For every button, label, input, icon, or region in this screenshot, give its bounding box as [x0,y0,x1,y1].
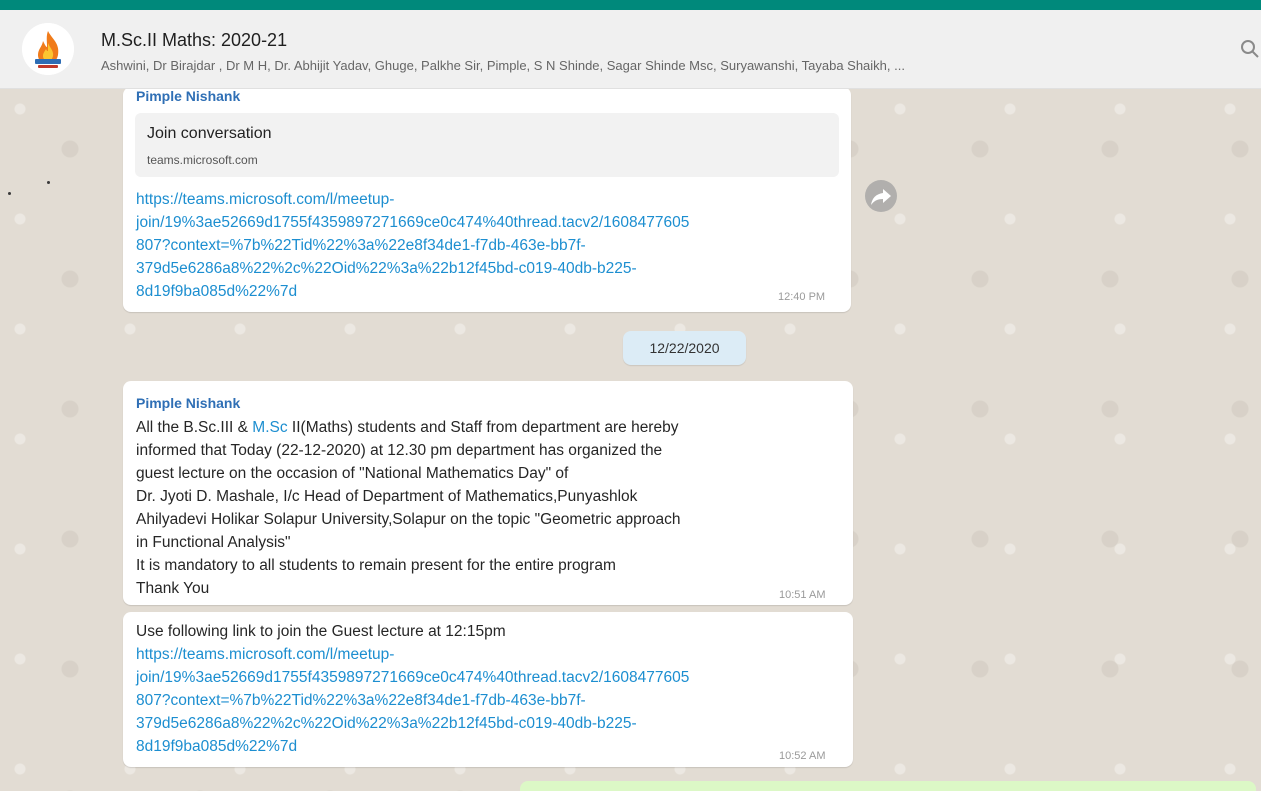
message-time: 10:52 AM [779,750,826,762]
message-link[interactable]: https://teams.microsoft.com/l/meetup- jo… [136,643,689,758]
message-bubble[interactable]: Pimple Nishank Join conversation teams.m… [123,89,851,312]
chat-area[interactable]: Pimple Nishank Join conversation teams.m… [0,89,1261,791]
message-link[interactable]: https://teams.microsoft.com/l/meetup- jo… [136,188,689,303]
stray-mark [47,181,50,184]
group-avatar[interactable] [22,23,74,75]
message-line: guest lecture on the occasion of "Nation… [136,465,569,482]
message-bubble[interactable]: Use following link to join the Guest lec… [123,612,853,767]
message-line: Thank You [136,580,210,597]
message-line: in Functional Analysis" [136,534,291,551]
stray-mark [8,192,11,195]
link-line[interactable]: 8d19f9ba085d%22%7d [136,735,689,758]
inline-link[interactable]: M.Sc [252,419,287,436]
message-line: Dr. Jyoti D. Mashale, I/c Head of Depart… [136,488,638,505]
message-line: It is mandatory to all students to remai… [136,557,616,574]
message-text: Use following link to join the Guest lec… [136,623,506,640]
message-sender: Pimple Nishank [136,89,241,104]
outgoing-message-bubble[interactable] [520,781,1256,791]
message-time: 10:51 AM [779,589,826,601]
chat-header[interactable]: M.Sc.II Maths: 2020-21 Ashwini, Dr Biraj… [0,10,1261,89]
message-line: All the B.Sc.III & M.Sc II(Maths) studen… [136,416,681,439]
link-line[interactable]: join/19%3ae52669d1755f4359897271669ce0c4… [136,666,689,689]
app-top-bar [0,0,1261,10]
link-preview-domain: teams.microsoft.com [147,153,258,167]
message-bubble[interactable]: Pimple Nishank All the B.Sc.III & M.Sc I… [123,381,853,605]
message-line: Ahilyadevi Holikar Solapur University,So… [136,511,681,528]
chat-members: Ashwini, Dr Birajdar , Dr M H, Dr. Abhij… [101,58,905,73]
search-button[interactable] [1239,38,1261,60]
message-sender: Pimple Nishank [136,395,241,411]
search-icon [1241,40,1259,58]
link-preview-title: Join conversation [147,125,272,142]
link-line[interactable]: https://teams.microsoft.com/l/meetup- [136,643,689,666]
link-line[interactable]: 379d5e6286a8%22%2c%22Oid%22%3a%22b12f45b… [136,257,689,280]
link-line[interactable]: 807?context=%7b%22Tid%22%3a%22e8f34de1-f… [136,689,689,712]
fire-logo-icon [22,23,74,75]
text-fragment: II(Maths) students and Staff from depart… [287,419,679,436]
message-text: All the B.Sc.III & M.Sc II(Maths) studen… [136,416,681,600]
message-line: informed that Today (22-12-2020) at 12.3… [136,442,663,459]
text-fragment: All the B.Sc.III & [136,419,253,436]
link-line[interactable]: join/19%3ae52669d1755f4359897271669ce0c4… [136,211,689,234]
message-time: 12:40 PM [778,291,826,303]
link-line[interactable]: https://teams.microsoft.com/l/meetup- [136,188,689,211]
link-line[interactable]: 8d19f9ba085d%22%7d [136,280,689,303]
link-preview[interactable]: Join conversation teams.microsoft.com [135,113,839,177]
date-divider: 12/22/2020 [623,331,746,365]
forward-button[interactable] [865,180,897,212]
forward-arrow-icon [871,189,891,205]
link-line[interactable]: 807?context=%7b%22Tid%22%3a%22e8f34de1-f… [136,234,689,257]
chat-title: M.Sc.II Maths: 2020-21 [101,30,288,50]
link-line[interactable]: 379d5e6286a8%22%2c%22Oid%22%3a%22b12f45b… [136,712,689,735]
